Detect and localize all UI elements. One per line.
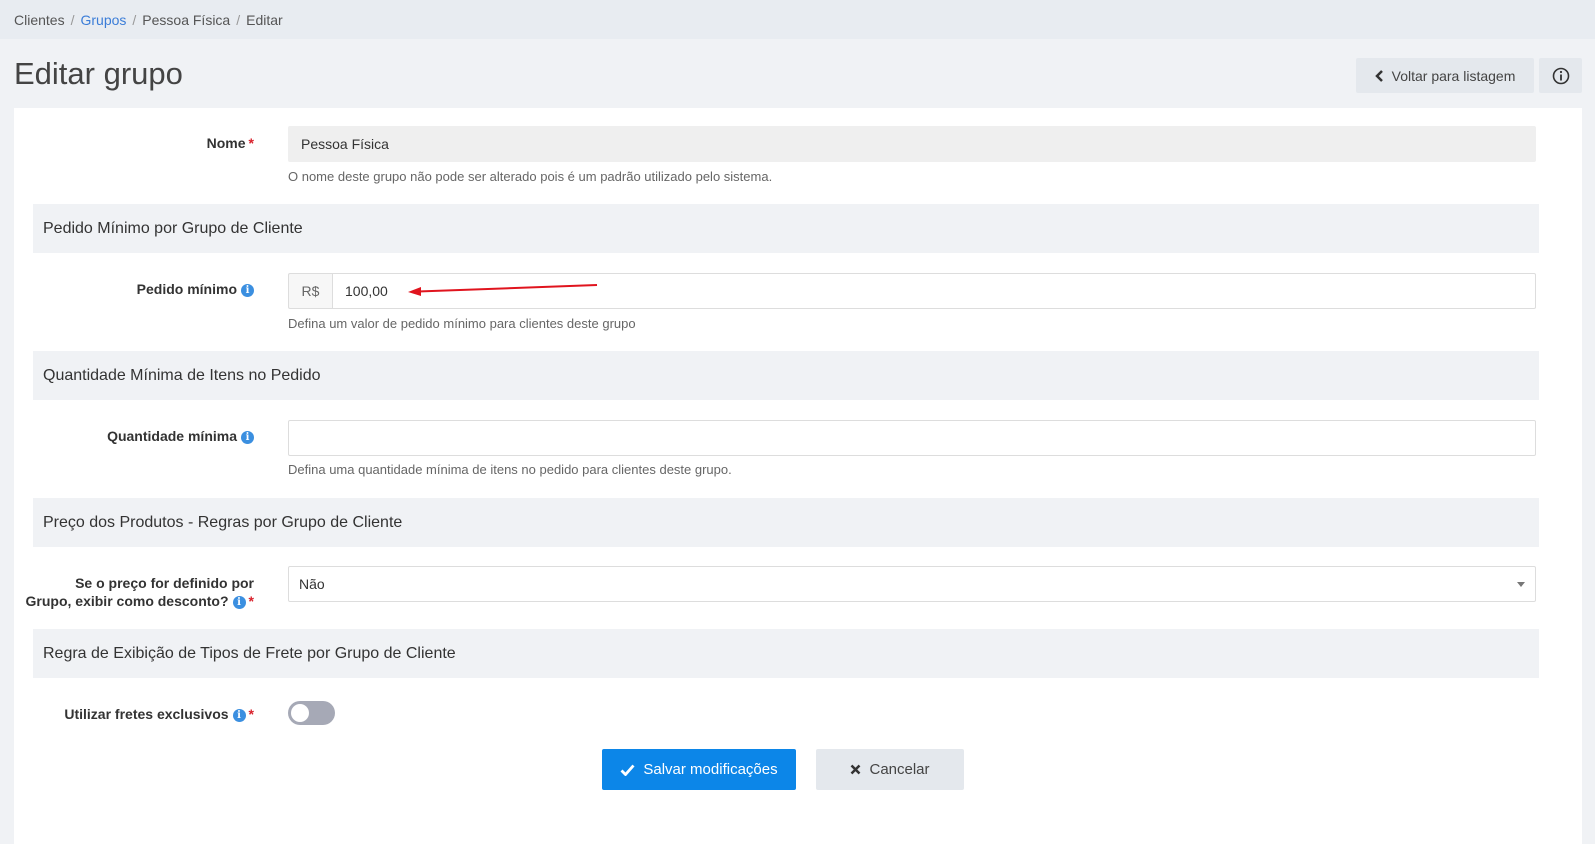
form-card: Nome* O nome deste grupo não pode ser al…	[14, 108, 1582, 844]
breadcrumb-clientes[interactable]: Clientes	[14, 12, 65, 28]
toggle-knob	[291, 704, 309, 722]
exibir-desconto-select[interactable]: Não	[288, 566, 1536, 602]
nome-help: O nome deste grupo não pode ser alterado…	[288, 169, 773, 184]
info-circle-icon	[1552, 67, 1569, 84]
quantidade-minima-help: Defina uma quantidade mínima de itens no…	[288, 462, 732, 477]
page-title: Editar grupo	[14, 56, 183, 91]
section-preco-produtos: Preço dos Produtos - Regras por Grupo de…	[33, 498, 1539, 547]
section-frete: Regra de Exibição de Tipos de Frete por …	[33, 629, 1539, 678]
breadcrumb-separator: /	[70, 11, 75, 28]
breadcrumb-grupos[interactable]: Grupos	[80, 12, 126, 28]
fretes-exclusivos-toggle[interactable]	[288, 701, 335, 725]
breadcrumb-separator: /	[236, 11, 241, 28]
breadcrumb-pessoa-fisica: Pessoa Física	[142, 11, 231, 28]
exibir-desconto-value: Não	[299, 576, 325, 592]
back-to-list-button[interactable]: Voltar para listagem	[1356, 58, 1534, 93]
fretes-exclusivos-label: Utilizar fretes exclusivos i *	[64, 706, 254, 722]
cancel-button[interactable]: Cancelar	[816, 749, 964, 790]
breadcrumb-editar: Editar	[246, 11, 283, 28]
save-button[interactable]: Salvar modificações	[602, 749, 796, 790]
chevron-left-icon	[1374, 69, 1383, 82]
nome-label: Nome *	[206, 135, 254, 151]
section-quantidade-minima: Quantidade Mínima de Itens no Pedido	[33, 351, 1539, 400]
check-icon	[620, 764, 635, 776]
info-icon[interactable]: i	[232, 709, 246, 722]
quantidade-minima-label: Quantidade mínima i	[14, 427, 254, 445]
close-icon	[851, 764, 861, 775]
currency-addon: R$	[288, 273, 332, 309]
required-mark: *	[248, 706, 254, 722]
info-icon[interactable]: i	[241, 431, 254, 444]
nome-input[interactable]	[288, 126, 1536, 162]
cancel-label: Cancelar	[869, 761, 930, 778]
info-button[interactable]	[1539, 58, 1582, 93]
back-to-list-label: Voltar para listagem	[1391, 67, 1516, 84]
info-icon[interactable]: i	[241, 284, 254, 297]
save-label: Salvar modificações	[643, 761, 778, 778]
required-mark: *	[248, 135, 254, 151]
caret-down-icon	[1517, 581, 1525, 587]
info-icon[interactable]: i	[232, 596, 246, 609]
section-pedido-minimo: Pedido Mínimo por Grupo de Cliente	[33, 204, 1539, 253]
red-arrow-annotation	[408, 284, 598, 296]
quantidade-minima-input[interactable]	[288, 420, 1536, 456]
pedido-minimo-label: Pedido mínimo i	[14, 280, 254, 298]
breadcrumb: Clientes / Grupos / Pessoa Física / Edit…	[0, 0, 1595, 39]
breadcrumb-separator: /	[132, 11, 137, 28]
exibir-desconto-label: Se o preço for definido por Grupo, exibi…	[25, 575, 254, 609]
pedido-minimo-help: Defina um valor de pedido mínimo para cl…	[288, 316, 636, 331]
required-mark: *	[248, 593, 254, 609]
